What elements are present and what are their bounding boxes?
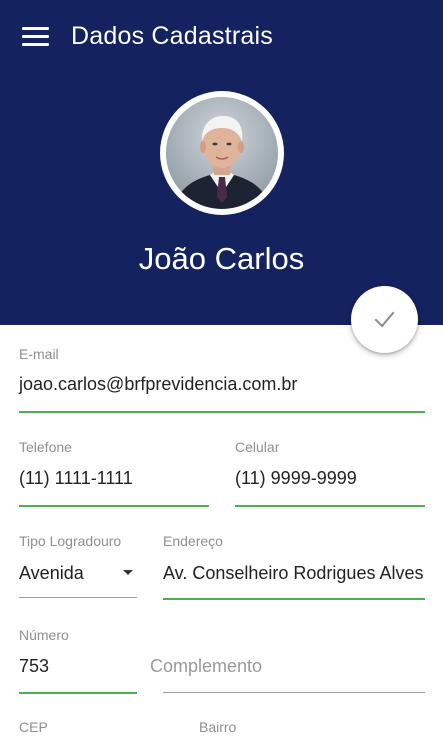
telefone-value[interactable]: (11) 1111-1111 bbox=[19, 467, 133, 489]
telefone-field[interactable]: Telefone (11) 1111-1111 bbox=[19, 439, 209, 509]
tipo-logradouro-select[interactable]: Tipo Logradouro Avenida bbox=[19, 533, 137, 601]
endereco-underline bbox=[163, 598, 425, 600]
avatar bbox=[160, 91, 284, 215]
app-header: Dados Cadastrais João Carlos bbox=[0, 0, 443, 325]
complemento-underline bbox=[163, 692, 425, 693]
tipo-logradouro-value[interactable]: Avenida bbox=[19, 562, 84, 584]
numero-value[interactable]: 753 bbox=[19, 655, 49, 677]
page-title: Dados Cadastrais bbox=[71, 22, 273, 50]
bairro-field[interactable]: Bairro bbox=[199, 719, 425, 738]
email-field[interactable]: E-mail joao.carlos@brfprevidencia.com.br bbox=[19, 346, 425, 416]
cep-field[interactable]: CEP bbox=[19, 719, 169, 738]
endereco-label: Endereço bbox=[163, 533, 223, 549]
celular-value[interactable]: (11) 9999-9999 bbox=[235, 467, 357, 489]
tipo-logradouro-underline bbox=[19, 597, 137, 598]
profile-name: João Carlos bbox=[138, 241, 305, 276]
email-underline bbox=[19, 411, 425, 413]
email-value[interactable]: joao.carlos@brfprevidencia.com.br bbox=[19, 373, 297, 395]
complemento-field[interactable]: Complemento bbox=[150, 627, 425, 697]
email-label: E-mail bbox=[19, 346, 59, 362]
hamburger-menu-icon[interactable] bbox=[22, 25, 49, 47]
cep-label: CEP bbox=[19, 719, 48, 735]
profile-photo bbox=[166, 97, 278, 209]
telefone-underline bbox=[19, 505, 209, 507]
telefone-label: Telefone bbox=[19, 439, 72, 455]
endereco-value[interactable]: Av. Conselheiro Rodrigues Alves bbox=[163, 562, 423, 584]
numero-field[interactable]: Número 753 bbox=[19, 627, 137, 697]
celular-field[interactable]: Celular (11) 9999-9999 bbox=[235, 439, 425, 509]
numero-underline bbox=[19, 692, 137, 694]
numero-label: Número bbox=[19, 627, 69, 643]
screen: Dados Cadastrais João Carlos E-mail joao… bbox=[0, 0, 443, 738]
endereco-field[interactable]: Endereço Av. Conselheiro Rodrigues Alves bbox=[163, 533, 425, 603]
celular-underline bbox=[235, 505, 425, 507]
check-icon bbox=[374, 311, 395, 328]
tipo-logradouro-label: Tipo Logradouro bbox=[19, 533, 122, 549]
bairro-label: Bairro bbox=[199, 719, 237, 735]
save-button[interactable] bbox=[351, 286, 418, 353]
dropdown-arrow-icon[interactable] bbox=[123, 570, 133, 575]
celular-label: Celular bbox=[235, 439, 280, 455]
complemento-placeholder[interactable]: Complemento bbox=[150, 655, 262, 677]
